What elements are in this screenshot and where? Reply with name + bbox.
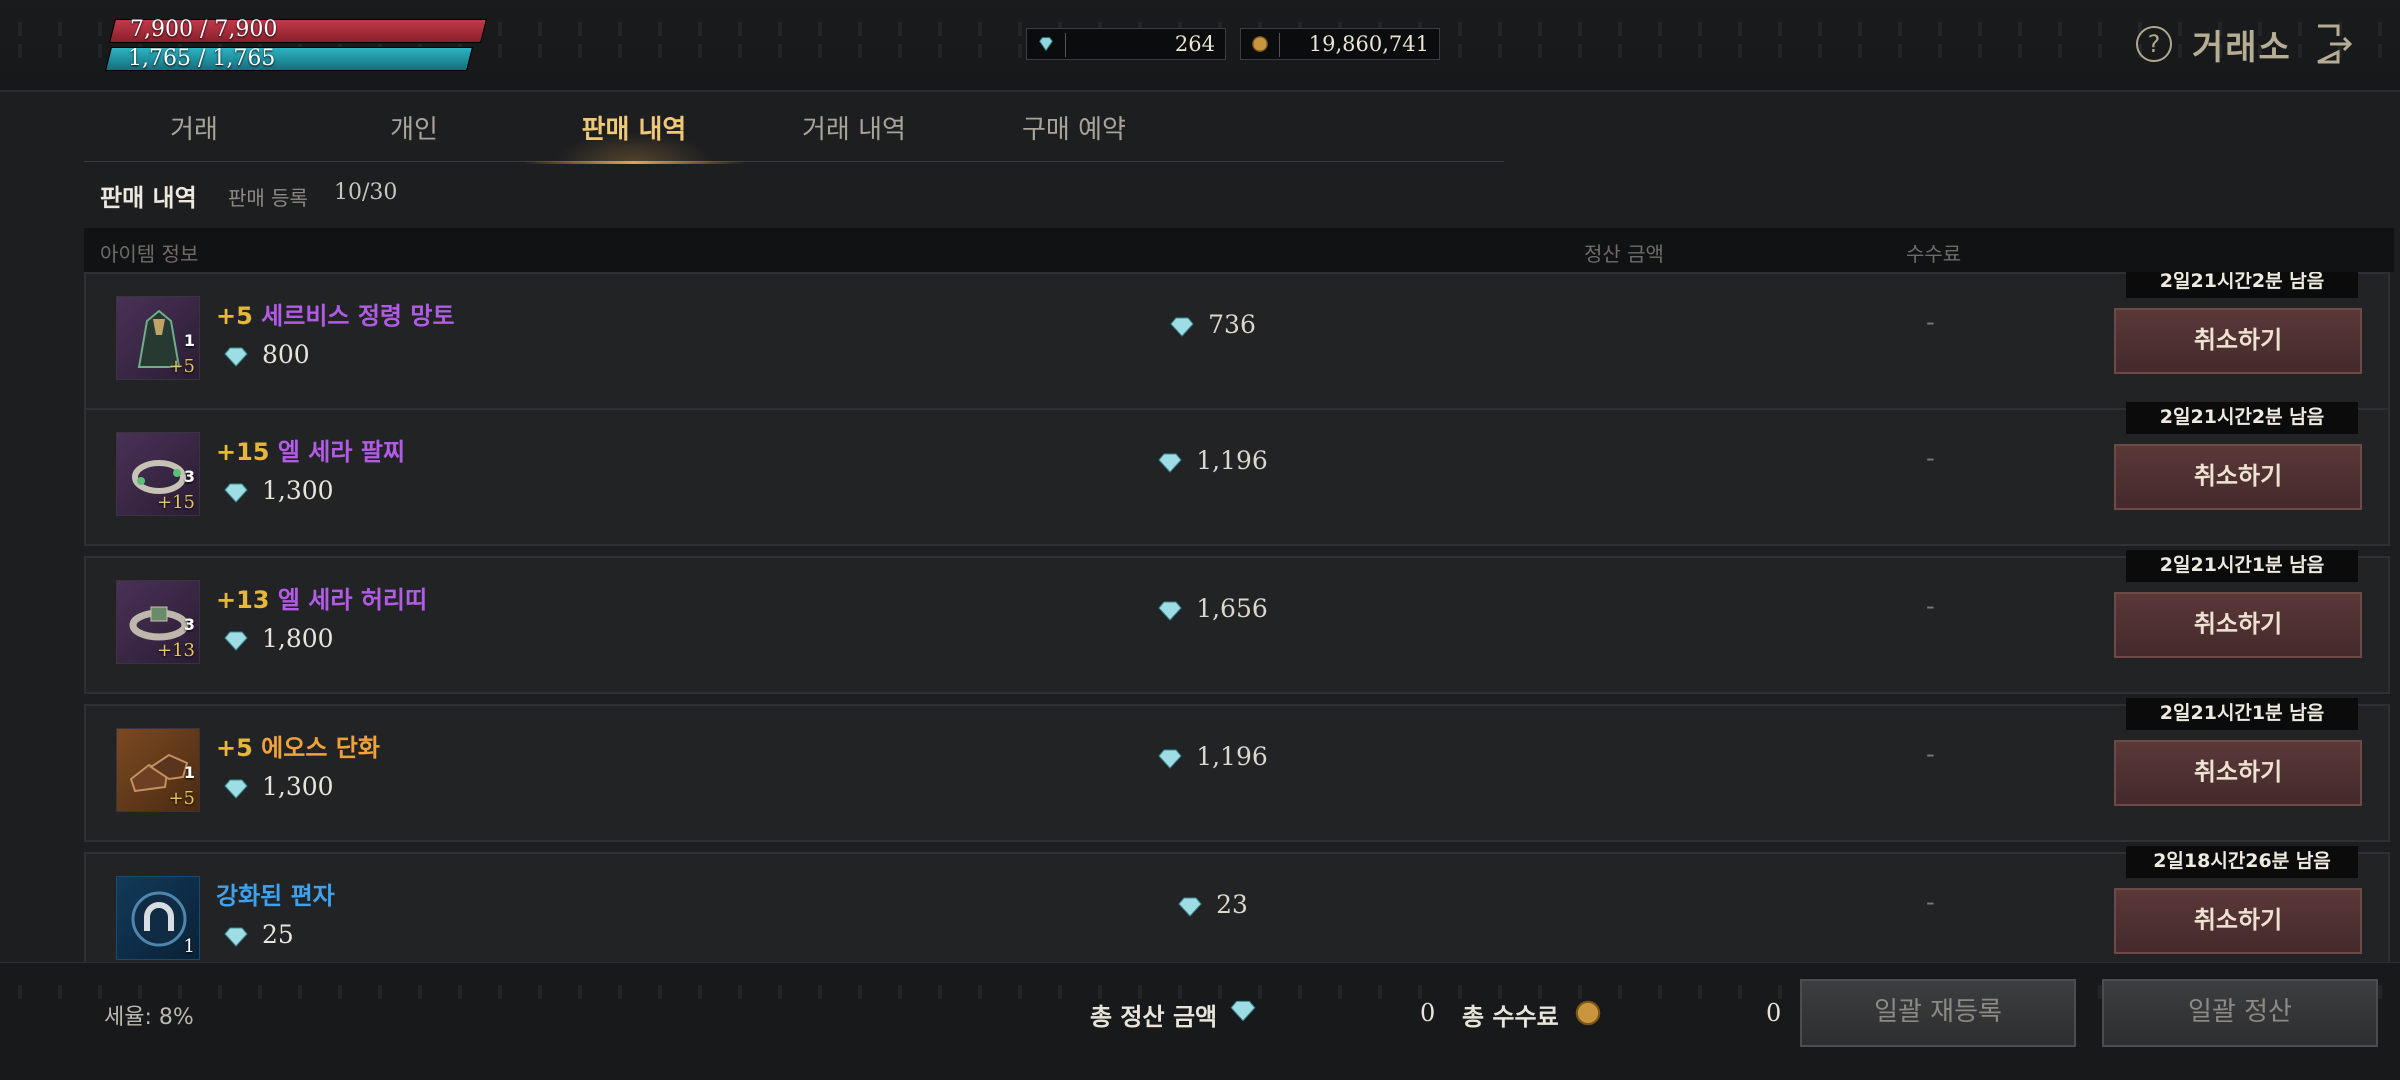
cancel-button[interactable]: 취소하기	[2114, 740, 2362, 806]
settlement-amount: 1,196	[1062, 742, 1362, 771]
settlement-amount: 736	[1062, 310, 1362, 339]
item-thumbnail[interactable]: 3 +13	[116, 580, 200, 664]
gold-coin-icon	[1252, 36, 1268, 52]
time-remaining: 2일21시간2분 남음	[2126, 272, 2358, 298]
item-thumbnail[interactable]: 3 +15	[116, 432, 200, 516]
total-fee-label: 총 수수료	[1462, 1003, 1559, 1031]
time-remaining: 2일21시간1분 남음	[2126, 698, 2358, 730]
item-level: +15	[157, 492, 195, 513]
item-price: 1,800	[222, 624, 334, 653]
list-item: 1 강화된 편자 25 23 - 2일18시간26분 남음 취소하기	[84, 846, 2390, 962]
registration-count: 10/30	[334, 180, 398, 205]
tab-purchase-reservation[interactable]: 구매 예약	[964, 102, 1184, 162]
item-price: 800	[222, 340, 310, 369]
item-name: 강화된 편자	[216, 882, 335, 910]
diamond-icon	[224, 483, 248, 503]
fee-value: -	[1926, 444, 1935, 472]
fee-value: -	[1926, 740, 1935, 768]
list-item: 1 +5 +5 에오스 단화 1,300 1,196 - 2일21시간1분 남음…	[84, 698, 2390, 842]
gold-amount: 19,860,741	[1308, 32, 1429, 56]
cancel-button[interactable]: 취소하기	[2114, 444, 2362, 510]
column-item-info: 아이템 정보	[100, 242, 199, 266]
total-fee-value: 0	[1766, 999, 1782, 1027]
gold-coin-icon	[1575, 1000, 1601, 1026]
question-circle-icon[interactable]: ?	[2136, 26, 2172, 62]
item-thumbnail[interactable]: 1 +5	[116, 728, 200, 812]
top-bar: 7,900 / 7,900 1,765 / 1,765 264 19,860,7…	[0, 0, 2400, 92]
cancel-button[interactable]: 취소하기	[2114, 888, 2362, 954]
tab-bar: 거래 개인 판매 내역 거래 내역 구매 예약	[84, 102, 1504, 164]
item-name: +5 에오스 단화	[216, 734, 380, 762]
page-title: 거래소	[2192, 28, 2292, 68]
item-name: +13 엘 세라 허리띠	[216, 586, 428, 614]
time-remaining: 2일21시간2분 남음	[2126, 402, 2358, 434]
column-settlement: 정산 금액	[1584, 242, 1664, 266]
item-thumbnail[interactable]: 1	[116, 876, 200, 960]
total-settlement-value: 0	[1420, 999, 1436, 1027]
column-header: 아이템 정보 정산 금액 수수료	[84, 228, 2394, 272]
tab-sales-history[interactable]: 판매 내역	[524, 102, 744, 164]
fee-value: -	[1926, 888, 1935, 916]
footer-bar: 세율: 8% 총 정산 금액 0 총 수수료 0 일괄 재등록 일괄 정산	[0, 962, 2400, 1080]
gold-balance: 19,860,741	[1240, 28, 1440, 60]
diamond-icon	[1178, 897, 1202, 917]
diamond-icon	[1170, 317, 1194, 337]
diamond-icon	[1230, 1000, 1256, 1022]
diamond-icon	[1158, 453, 1182, 473]
tax-rate: 세율: 8%	[104, 1005, 194, 1030]
hp-text: 7,900 / 7,900	[130, 17, 278, 42]
item-price: 1,300	[222, 772, 334, 801]
column-fee: 수수료	[1906, 242, 1962, 266]
diamond-amount: 264	[1174, 32, 1215, 56]
diamond-icon	[1158, 749, 1182, 769]
settlement-amount: 1,196	[1062, 446, 1362, 475]
diamond-balance: 264	[1026, 28, 1226, 60]
item-count: 3	[183, 615, 195, 634]
tab-personal[interactable]: 개인	[304, 102, 524, 162]
list-item: 3 +15 +15 엘 세라 팔찌 1,300 1,196 - 2일21시간2분…	[84, 402, 2390, 546]
tab-trade[interactable]: 거래	[84, 102, 304, 162]
item-name: +15 엘 세라 팔찌	[216, 438, 405, 466]
section-title: 판매 내역	[100, 184, 197, 212]
list-item: 3 +13 +13 엘 세라 허리띠 1,800 1,656 - 2일21시간1…	[84, 550, 2390, 694]
item-count: 1	[183, 763, 195, 782]
cancel-button[interactable]: 취소하기	[2114, 592, 2362, 658]
item-thumbnail[interactable]: 1 +5	[116, 296, 200, 380]
time-remaining: 2일21시간1분 남음	[2126, 550, 2358, 582]
item-price: 25	[222, 920, 294, 949]
diamond-icon	[224, 779, 248, 799]
time-remaining: 2일18시간26분 남음	[2126, 846, 2358, 878]
diamond-icon	[224, 347, 248, 367]
list-item: 1 +5 +5 세르비스 정령 망토 800 736 - 2일21시간2분 남음…	[84, 272, 2390, 410]
relist-all-button[interactable]: 일괄 재등록	[1800, 979, 2076, 1047]
item-price: 1,300	[222, 476, 334, 505]
item-level: +5	[168, 788, 195, 809]
diamond-icon	[224, 927, 248, 947]
settlement-amount: 1,656	[1062, 594, 1362, 623]
item-level: +13	[157, 640, 195, 661]
fee-value: -	[1926, 308, 1935, 336]
registration-label: 판매 등록	[228, 186, 308, 210]
fee-value: -	[1926, 592, 1935, 620]
mp-text: 1,765 / 1,765	[128, 46, 276, 71]
item-count: 1	[183, 331, 195, 350]
cancel-button[interactable]: 취소하기	[2114, 308, 2362, 374]
settle-all-button[interactable]: 일괄 정산	[2102, 979, 2378, 1047]
item-level: 1	[183, 936, 195, 957]
exit-door-icon[interactable]	[2314, 22, 2354, 66]
sales-list[interactable]: 1 +5 +5 세르비스 정령 망토 800 736 - 2일21시간2분 남음…	[84, 272, 2394, 962]
item-level: +5	[168, 356, 195, 377]
diamond-icon	[224, 631, 248, 651]
tab-trade-history[interactable]: 거래 내역	[744, 102, 964, 162]
diamond-icon	[1039, 37, 1053, 52]
item-name: +5 세르비스 정령 망토	[216, 302, 455, 330]
diamond-icon	[1158, 601, 1182, 621]
item-count: 3	[183, 467, 195, 486]
total-settlement-label: 총 정산 금액	[1090, 1003, 1218, 1031]
settlement-amount: 23	[1062, 890, 1362, 919]
